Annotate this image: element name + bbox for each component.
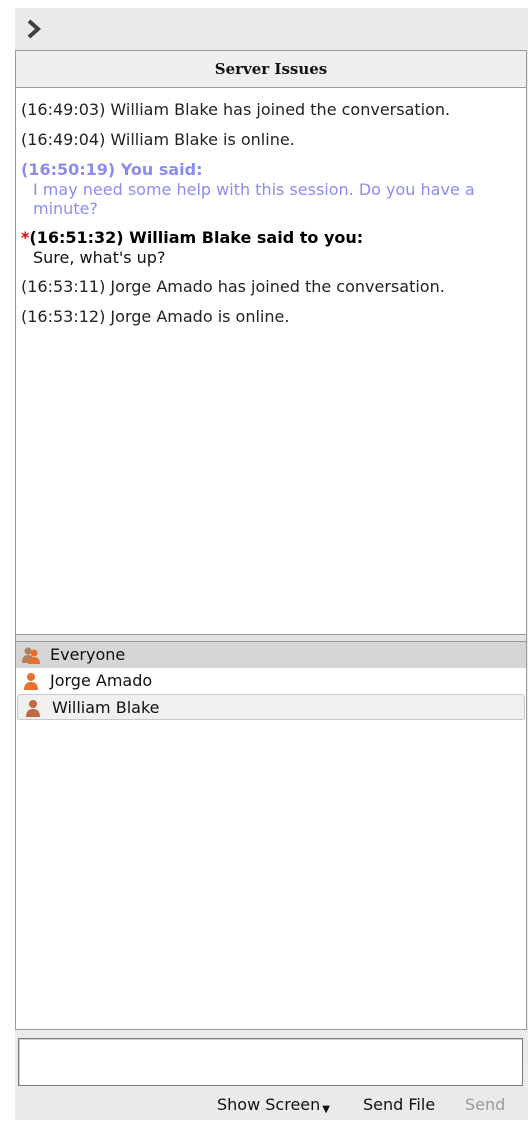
message-input[interactable]	[18, 1038, 523, 1086]
incoming-message-body: Sure, what's up?	[33, 248, 166, 267]
system-message: (16:53:12) Jorge Amado is online.	[21, 307, 290, 326]
participant-everyone[interactable]: Everyone	[16, 642, 526, 668]
chat-log: (16:49:03) William Blake has joined the …	[15, 88, 527, 634]
send-button[interactable]: Send	[465, 1091, 505, 1119]
chat-panel: Server Issues (16:49:03) William Blake h…	[15, 8, 528, 1120]
user-icon	[26, 700, 40, 717]
caret-down-icon: ▼	[322, 1104, 330, 1115]
show-screen-label: Show Screen	[217, 1095, 321, 1114]
participant-william-blake[interactable]: William Blake	[17, 694, 525, 720]
own-message-header: (16:50:19) You said:	[21, 160, 203, 179]
own-message-body: I may need some help with this session. …	[33, 180, 475, 218]
group-user-icon	[22, 647, 40, 664]
chevron-right-icon[interactable]	[25, 18, 43, 40]
pane-splitter[interactable]	[15, 634, 527, 642]
conversation-title: Server Issues	[15, 50, 527, 88]
system-message: (16:49:03) William Blake has joined the …	[21, 100, 451, 119]
participant-label: Jorge Amado	[50, 671, 153, 690]
participant-label: Everyone	[50, 645, 126, 664]
send-file-button[interactable]: Send File	[363, 1091, 435, 1119]
action-bar: Show Screen ▼ Send File Send	[15, 1091, 527, 1119]
participant-label: William Blake	[52, 698, 160, 717]
incoming-message-header: *(16:51:32) William Blake said to you:	[21, 228, 520, 248]
user-icon	[24, 673, 38, 690]
incoming-message-header-text: (16:51:32) William Blake said to you:	[29, 228, 364, 247]
show-screen-button[interactable]: Show Screen ▼	[217, 1091, 330, 1124]
system-message: (16:53:11) Jorge Amado has joined the co…	[21, 277, 445, 296]
participant-list: Everyone Jorge Amado William Blake	[15, 642, 527, 1030]
system-message: (16:49:04) William Blake is online.	[21, 130, 295, 149]
participant-jorge-amado[interactable]: Jorge Amado	[16, 668, 526, 694]
